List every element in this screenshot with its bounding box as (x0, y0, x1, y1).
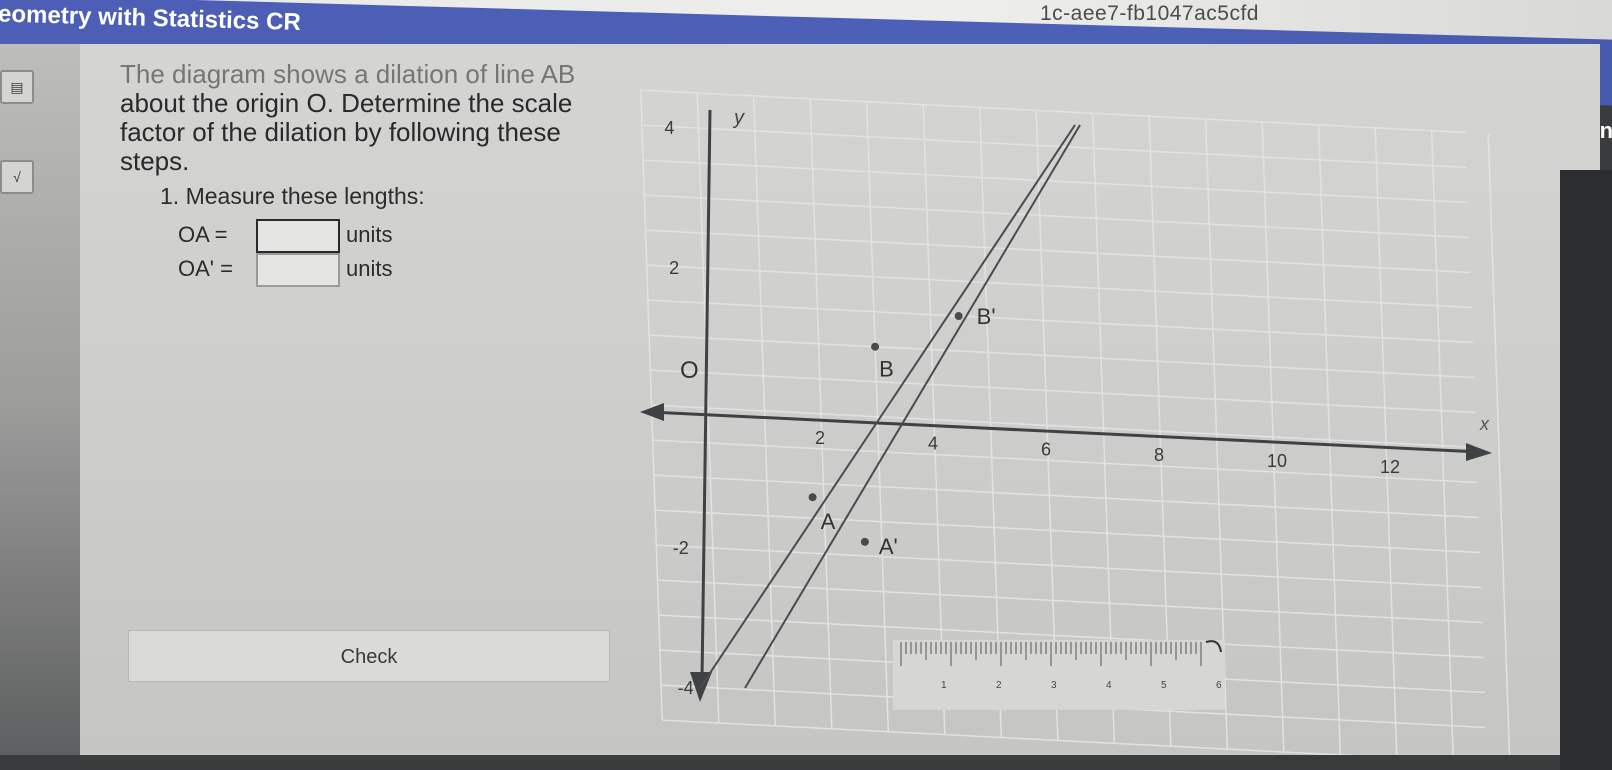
grid-line (653, 474, 1479, 519)
grid-line (657, 579, 1483, 624)
y-tick-label: -4 (678, 678, 694, 698)
ruler-number: 6 (1216, 680, 1222, 691)
x-tick-label: 10 (1267, 451, 1287, 471)
oa-input[interactable] (256, 219, 340, 253)
grid-line (649, 334, 1475, 379)
x-tick-label: 4 (928, 434, 938, 454)
oa-prime-input[interactable] (256, 253, 340, 287)
check-button[interactable]: Check (128, 630, 610, 682)
problem-line: The diagram shows a dilation of line AB (120, 59, 576, 89)
x-tick-label: 6 (1041, 439, 1051, 459)
ruler-number: 5 (1161, 680, 1167, 691)
ruler-number: 4 (1106, 680, 1112, 691)
point-label: B' (977, 304, 996, 329)
course-title: Geometry with Statistics CR (0, 0, 302, 36)
point-marker[interactable] (871, 342, 880, 351)
y-tick-label: 4 (664, 118, 674, 138)
x-axis-label: x (1479, 414, 1490, 434)
ruler-tool[interactable]: 1 2 3 4 5 6 (893, 640, 1225, 710)
line-ab (699, 124, 1076, 689)
grid-line (646, 264, 1472, 309)
ruler-number: 1 (941, 680, 947, 691)
problem-line: factor of the dilation by following thes… (120, 117, 561, 147)
step-1-text: 1. Measure these lengths: (160, 183, 425, 209)
grid-line (1374, 127, 1398, 755)
oa-unit: units (346, 221, 393, 247)
x-tick-label: 2 (815, 428, 825, 448)
x-tick-label: 12 (1380, 457, 1400, 477)
x-tick-label: 8 (1154, 445, 1164, 465)
y-axis (700, 109, 712, 681)
point-label: A (821, 509, 836, 534)
y-axis-label: y (732, 107, 745, 129)
point-marker[interactable] (808, 493, 817, 502)
grid-line (651, 404, 1477, 449)
graph-points: A B A' B' (808, 304, 996, 559)
oa-prime-label: OA' = (178, 255, 233, 281)
grid-line (641, 124, 1467, 169)
ruler-number: 3 (1051, 680, 1057, 691)
calculator-icon[interactable]: ▤ (0, 70, 34, 104)
grid-line (650, 369, 1476, 414)
oa-prime-row: OA' = units (178, 253, 392, 287)
square-root-icon[interactable]: √ (0, 160, 34, 194)
grid-line (647, 299, 1473, 344)
origin-label: O (680, 357, 699, 384)
url-fragment: 1c-aee7-fb1047ac5cfd (1040, 2, 1259, 25)
ruler-number: 2 (996, 680, 1002, 691)
oa-label: OA = (178, 221, 228, 247)
point-label: B (879, 357, 894, 382)
oa-prime-unit: units (346, 255, 393, 281)
ruler-body (893, 640, 1225, 710)
grid-line (640, 89, 1466, 134)
grid-line (644, 194, 1470, 239)
point-marker[interactable] (860, 537, 869, 546)
grid-line (655, 509, 1481, 554)
problem-line: about the origin O. Determine the scale (120, 88, 573, 118)
grid-line (662, 719, 1357, 755)
grid-line (1487, 133, 1511, 755)
problem-statement: The diagram shows a dilation of line AB … (120, 60, 630, 176)
steps-area: 1. Measure these lengths: OA = units OA' … (160, 183, 425, 287)
y-tick-label: 2 (669, 258, 679, 278)
point-marker[interactable] (954, 312, 963, 321)
y-tick-label: -2 (673, 538, 689, 558)
grid-line (645, 229, 1471, 274)
oa-row: OA = units (178, 219, 392, 253)
problem-line: steps. (120, 146, 190, 176)
x-axis-arrow (1466, 443, 1492, 461)
left-tool-rail: ▤ √ (0, 44, 80, 755)
point-label: A' (879, 534, 898, 559)
grid-line (1430, 130, 1454, 755)
